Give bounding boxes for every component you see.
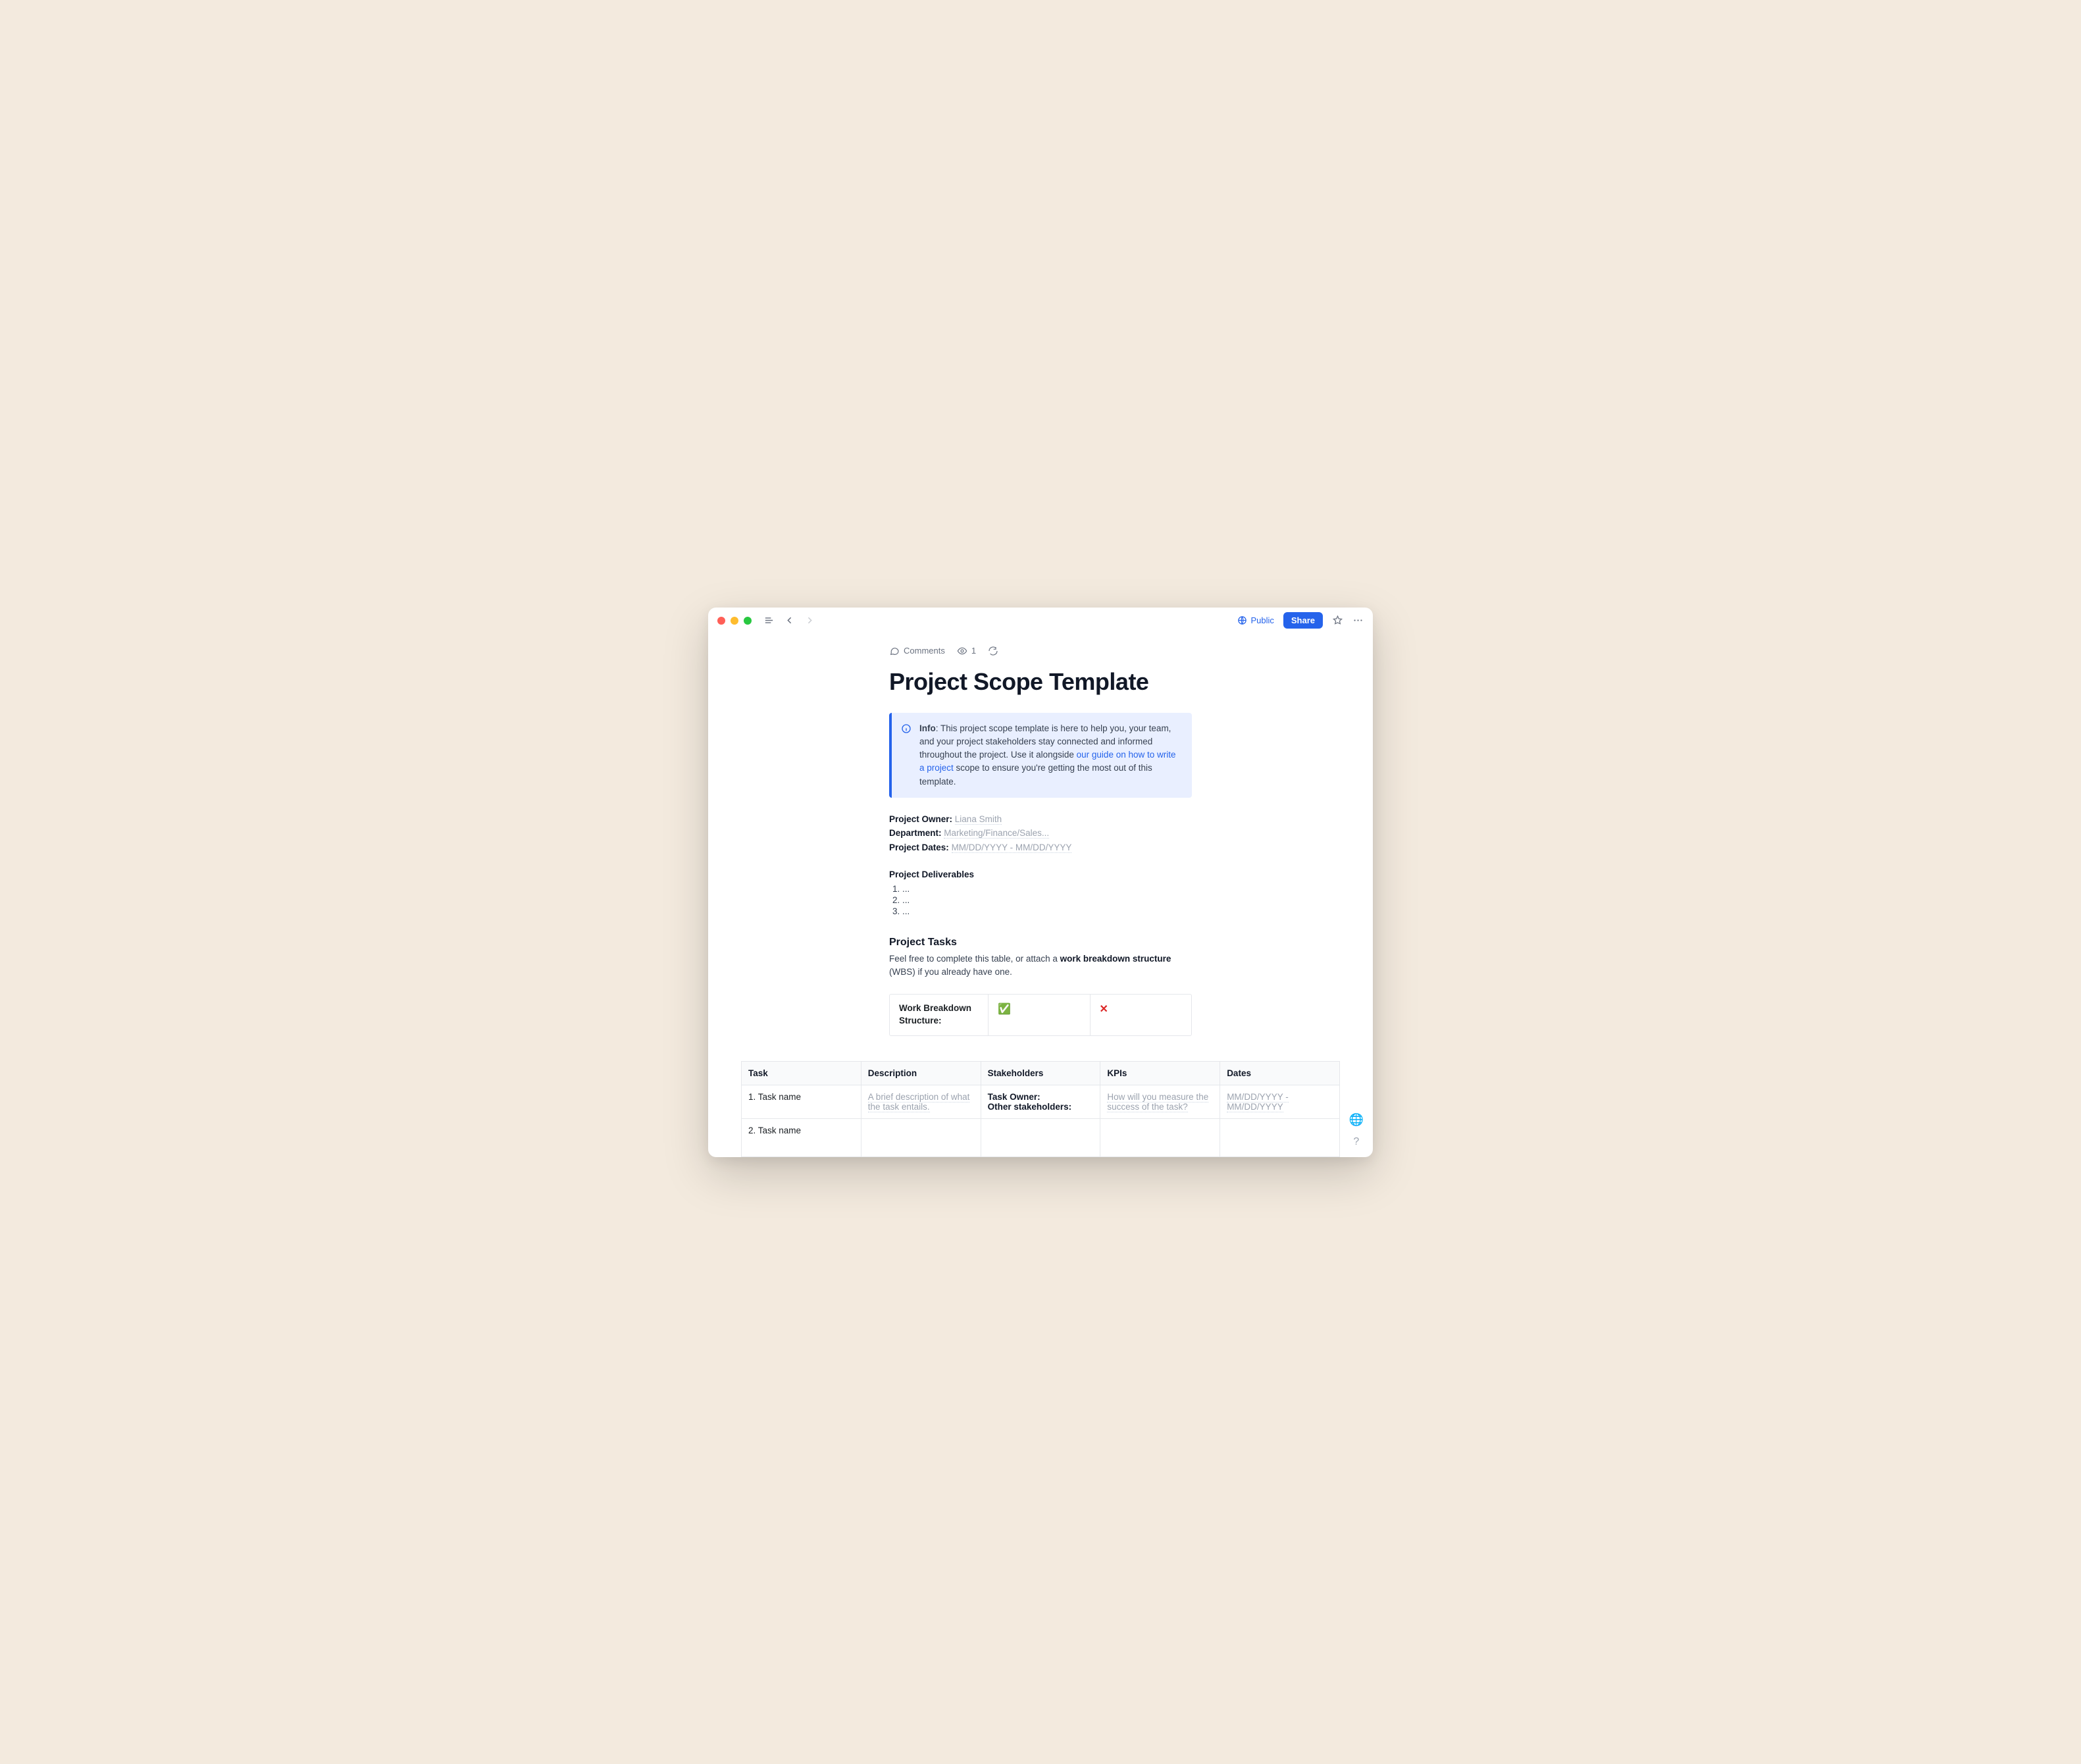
doc-meta-row: Comments 1 [889, 634, 1192, 656]
comments-button[interactable]: Comments [889, 646, 945, 656]
document-content: Comments 1 Project Scope Template [708, 634, 1373, 1157]
cell-description[interactable] [861, 1119, 981, 1157]
wbs-label: Work Breakdown Structure: [890, 995, 989, 1035]
visibility-public-button[interactable]: Public [1237, 615, 1273, 625]
tasks-table: Task Description Stakeholders KPIs Dates… [741, 1061, 1340, 1156]
tasks-header-row: Task Description Stakeholders KPIs Dates [742, 1062, 1340, 1085]
nav-back-icon[interactable] [784, 615, 795, 626]
sidebar-toggle-icon[interactable] [763, 615, 775, 626]
nav-controls [763, 615, 815, 626]
cell-stakeholders[interactable] [981, 1119, 1100, 1157]
star-icon[interactable] [1332, 615, 1343, 626]
close-window-button[interactable] [717, 617, 725, 625]
views-indicator[interactable]: 1 [957, 646, 976, 656]
th-kpis: KPIs [1100, 1062, 1220, 1085]
views-count: 1 [971, 646, 976, 656]
deliverable-item[interactable]: ... [902, 895, 1192, 906]
dept-label: Department: [889, 828, 942, 838]
project-owner-line[interactable]: Project Owner: Liana Smith [889, 812, 1192, 827]
topbar-right: Public Share [1237, 612, 1364, 629]
dept-value: Marketing/Finance/Sales... [944, 828, 1049, 839]
page-title: Project Scope Template [889, 668, 1192, 696]
check-icon: ✅ [998, 1004, 1011, 1015]
share-button[interactable]: Share [1283, 612, 1323, 629]
info-icon [901, 723, 912, 789]
comment-icon [889, 646, 900, 656]
deliverable-item[interactable]: ... [902, 883, 1192, 895]
th-task: Task [742, 1062, 861, 1085]
wbs-table: Work Breakdown Structure: ✅ ✕ [889, 994, 1192, 1036]
wbs-no-cell[interactable]: ✕ [1091, 995, 1192, 1035]
wbs-yes-cell[interactable]: ✅ [989, 995, 1091, 1035]
cell-dates[interactable]: MM/DD/YYYY - MM/DD/YYYY [1220, 1085, 1340, 1119]
deliverables-heading: Project Deliverables [889, 869, 1192, 879]
nav-forward-icon[interactable] [804, 615, 815, 626]
project-meta: Project Owner: Liana Smith Department: M… [889, 812, 1192, 855]
table-row[interactable]: 2. Task name [742, 1119, 1340, 1157]
info-callout: Info: This project scope template is her… [889, 713, 1192, 798]
th-stakeholders: Stakeholders [981, 1062, 1100, 1085]
refresh-button[interactable] [988, 646, 998, 656]
dates-label: Project Dates: [889, 843, 949, 852]
more-menu-icon[interactable] [1352, 615, 1364, 626]
owner-value: Liana Smith [955, 814, 1002, 825]
globe-icon[interactable]: 🌐 [1349, 1113, 1364, 1127]
public-label: Public [1250, 615, 1273, 625]
cell-dates[interactable] [1220, 1119, 1340, 1157]
help-button[interactable]: ? [1353, 1136, 1359, 1148]
cell-description[interactable]: A brief description of what the task ent… [861, 1085, 981, 1119]
floating-controls: 🌐 ? [1349, 1113, 1364, 1148]
comments-label: Comments [904, 646, 945, 656]
info-label: Info [919, 723, 936, 733]
dates-value: MM/DD/YYYY - MM/DD/YYYY [952, 843, 1072, 853]
cell-task[interactable]: 2. Task name [742, 1119, 861, 1157]
deliverable-item[interactable]: ... [902, 906, 1192, 917]
app-window: Public Share Comments [708, 608, 1373, 1157]
th-dates: Dates [1220, 1062, 1340, 1085]
deliverables-list[interactable]: ... ... ... [902, 883, 1192, 917]
project-dates-line[interactable]: Project Dates: MM/DD/YYYY - MM/DD/YYYY [889, 841, 1192, 855]
owner-label: Project Owner: [889, 814, 952, 824]
table-row[interactable]: 1. Task name A brief description of what… [742, 1085, 1340, 1119]
window-controls [717, 617, 752, 625]
minimize-window-button[interactable] [731, 617, 738, 625]
eye-icon [957, 646, 967, 656]
refresh-icon [988, 646, 998, 656]
info-callout-text: Info: This project scope template is her… [919, 722, 1181, 789]
department-line[interactable]: Department: Marketing/Finance/Sales... [889, 826, 1192, 841]
info-text-after: scope to ensure you're getting the most … [919, 763, 1152, 786]
cell-kpis[interactable]: How will you measure the success of the … [1100, 1085, 1220, 1119]
cell-kpis[interactable] [1100, 1119, 1220, 1157]
tasks-heading: Project Tasks [889, 937, 1192, 948]
titlebar: Public Share [708, 608, 1373, 634]
cell-stakeholders[interactable]: Task Owner: Other stakeholders: [981, 1085, 1100, 1119]
maximize-window-button[interactable] [744, 617, 752, 625]
cell-task[interactable]: 1. Task name [742, 1085, 861, 1119]
tasks-intro: Feel free to complete this table, or att… [889, 952, 1192, 980]
cross-icon: ✕ [1100, 1004, 1108, 1015]
th-description: Description [861, 1062, 981, 1085]
